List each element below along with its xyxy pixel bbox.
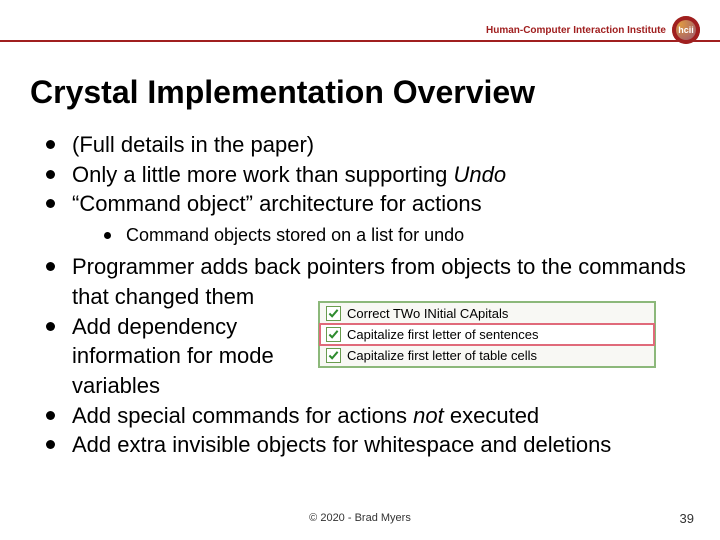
page-number: 39: [680, 511, 694, 526]
slide-body: (Full details in the paper) Only a littl…: [44, 130, 690, 460]
checkbox-label: Capitalize first letter of table cells: [347, 348, 537, 363]
checkbox-row-highlighted: Capitalize first letter of sentences: [320, 324, 654, 345]
slide-title: Crystal Implementation Overview: [30, 74, 535, 111]
checkbox-checked-icon: [326, 327, 341, 342]
institute-name: Human-Computer Interaction Institute: [486, 25, 666, 36]
list-item: Add extra invisible objects for whitespa…: [44, 430, 690, 460]
bullet-text: “Command object” architecture for action…: [72, 191, 482, 216]
checkbox-checked-icon: [326, 348, 341, 363]
list-item: “Command object” architecture for action…: [44, 189, 690, 248]
bullet-text: Only a little more work than supporting: [72, 162, 454, 187]
bullet-text: Add special commands for actions: [72, 403, 413, 428]
autocorrect-options-figure: Correct TWo INitial CApitals Capitalize …: [318, 301, 656, 368]
sub-bullet-list: Command objects stored on a list for und…: [72, 223, 690, 248]
bullet-text: Add dependency information for mode vari…: [72, 312, 332, 401]
checkbox-label: Correct TWo INitial CApitals: [347, 306, 508, 321]
checkbox-row: Capitalize first letter of table cells: [320, 345, 654, 366]
checkbox-row: Correct TWo INitial CApitals: [320, 303, 654, 324]
checkbox-label: Capitalize first letter of sentences: [347, 327, 538, 342]
institute-branding: Human-Computer Interaction Institute: [486, 16, 700, 44]
bullet-text: Add extra invisible objects for whitespa…: [72, 432, 611, 457]
bullet-text: Command objects stored on a list for und…: [126, 225, 464, 245]
bullet-text-em: not: [413, 403, 444, 428]
bullet-text-em: Undo: [454, 162, 507, 187]
footer-copyright: © 2020 - Brad Myers: [0, 512, 720, 524]
checkbox-checked-icon: [326, 306, 341, 321]
hcii-logo-icon: [672, 16, 700, 44]
list-item: Only a little more work than supporting …: [44, 160, 690, 190]
list-item: Add special commands for actions not exe…: [44, 401, 690, 431]
list-item: Command objects stored on a list for und…: [102, 223, 690, 248]
bullet-list: (Full details in the paper) Only a littl…: [44, 130, 690, 460]
bullet-text: executed: [444, 403, 539, 428]
bullet-text: (Full details in the paper): [72, 132, 314, 157]
list-item: (Full details in the paper): [44, 130, 690, 160]
